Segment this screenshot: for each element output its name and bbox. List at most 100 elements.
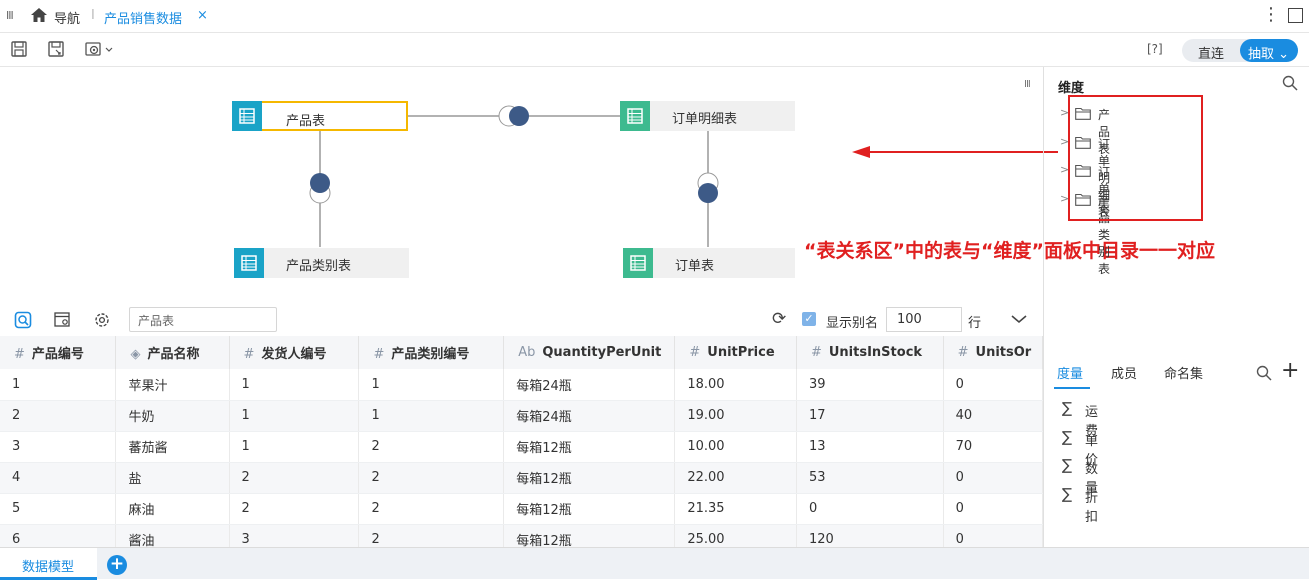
node-label: 订单明细表 [672, 112, 738, 127]
nav-label[interactable]: 导航 [54, 8, 80, 27]
table-cell: 0 [943, 493, 1043, 525]
settings-dropdown-icon[interactable] [84, 40, 116, 58]
table-row[interactable]: 2 牛奶 1 1 每箱24瓶 19.00 17 40 [0, 400, 1043, 432]
main-toolbar: [?] 直连 抽取 ⌄ [0, 34, 1309, 67]
show-alias-label: 显示别名 [826, 316, 879, 331]
search-icon[interactable] [1282, 75, 1298, 91]
column-header[interactable]: Ab QuantityPerUnit [503, 336, 676, 369]
node-label: 订单表 [675, 259, 715, 274]
table-cell: 25.00 [674, 524, 797, 547]
table-cell: 53 [796, 462, 944, 494]
measure-tabs: 度量 成员 命名集 + [1044, 357, 1309, 389]
table-cell: 40 [943, 400, 1043, 432]
table-cell: 0 [943, 462, 1043, 494]
tab-product-sales[interactable]: 产品销售数据 [104, 8, 182, 27]
canvas-node-order[interactable]: 订单表 [623, 248, 795, 278]
canvas-node-product-category[interactable]: 产品类别表 [234, 248, 409, 278]
table-header-row: # 产品编号 ◈ 产品名称 # 发货人编号 # 产品类别编号 Ab QuantityPerUnit… [0, 336, 1043, 369]
bottom-tab-bar: 数据模型 + [0, 547, 1309, 580]
table-cell: 19.00 [674, 400, 797, 432]
annotation-highlight-box [1068, 95, 1203, 221]
home-icon[interactable] [30, 6, 48, 24]
mode-direct-button[interactable]: 直连 [1198, 43, 1224, 62]
save-icon[interactable] [10, 40, 28, 58]
panel-grip-icon[interactable]: III [1024, 79, 1031, 90]
dimension-panel-title: 维度 [1058, 81, 1085, 96]
table-cell: 0 [943, 369, 1043, 401]
table-icon [623, 248, 653, 278]
tab-measures[interactable]: 度量 [1057, 363, 1083, 382]
table-cell: 17 [796, 400, 944, 432]
table-cell: 苹果汁 [115, 369, 230, 401]
table-cell: 1 [229, 431, 360, 463]
column-header[interactable]: # 发货人编号 [229, 336, 360, 369]
chevron-down-icon[interactable] [1010, 313, 1028, 325]
table-relation-area[interactable]: 产品表 订单明细表 产品类别表 订单表 III [0, 67, 1043, 302]
table-cell: 0 [796, 493, 944, 525]
close-icon[interactable]: × [197, 8, 208, 23]
tab-named-sets[interactable]: 命名集 [1164, 363, 1203, 382]
show-alias-checkbox[interactable]: ✓ [802, 312, 816, 326]
maximize-icon[interactable] [1288, 8, 1303, 23]
help-button[interactable]: [?] [1147, 42, 1163, 56]
search-icon[interactable] [1256, 365, 1272, 381]
table-name-field[interactable]: 产品表 [129, 307, 277, 332]
table-cell: 13 [796, 431, 944, 463]
table-cell: 10.00 [674, 431, 797, 463]
save-as-icon[interactable] [47, 40, 65, 58]
table-cell: 1 [229, 369, 360, 401]
table-settings-icon[interactable] [53, 311, 71, 329]
table-row[interactable]: 4 盐 2 2 每箱12瓶 22.00 53 0 [0, 462, 1043, 494]
table-cell: 5 [0, 493, 117, 525]
tab-data-model[interactable]: 数据模型 [0, 548, 97, 580]
table-cell: 每箱24瓶 [503, 369, 676, 401]
tab-members[interactable]: 成员 [1111, 363, 1137, 382]
gear-icon[interactable] [93, 311, 111, 329]
table-body: 1 苹果汁 1 1 每箱24瓶 18.00 39 0 2 牛奶 1 1 每箱24瓶 19.00 17 40 3 蕃… [0, 369, 1043, 547]
add-sheet-button[interactable]: + [107, 555, 127, 575]
table-cell: 22.00 [674, 462, 797, 494]
table-row[interactable]: 1 苹果汁 1 1 每箱24瓶 18.00 39 0 [0, 369, 1043, 401]
table-cell: 2 [229, 493, 360, 525]
table-cell: 每箱12瓶 [503, 462, 676, 494]
column-header-label: QuantityPerUnit [542, 345, 662, 360]
column-header[interactable]: ◈ 产品名称 [115, 336, 230, 369]
canvas-node-order-detail[interactable]: 订单明细表 [620, 101, 795, 131]
table-row[interactable]: 3 蕃茄酱 1 2 每箱12瓶 10.00 13 70 [0, 431, 1043, 463]
column-header[interactable]: # UnitPrice [674, 336, 797, 369]
column-type-icon: # [243, 347, 255, 362]
add-icon[interactable]: + [1281, 358, 1299, 383]
table-cell: 4 [0, 462, 117, 494]
column-header[interactable]: # 产品编号 [0, 336, 117, 369]
table-icon [232, 101, 262, 131]
connection-mode-toggle: 直连 抽取 ⌄ [1182, 39, 1298, 62]
preview-icon[interactable] [14, 311, 32, 329]
table-row[interactable]: 5 麻油 2 2 每箱12瓶 21.35 0 0 [0, 493, 1043, 525]
canvas-node-product[interactable]: 产品表 [232, 101, 408, 131]
relation-links [309, 105, 719, 247]
column-type-icon: # [14, 347, 25, 362]
grip-icon[interactable]: III [6, 9, 14, 22]
table-cell: 6 [0, 524, 117, 547]
row-unit-label: 行 [968, 316, 982, 331]
node-label: 产品表 [286, 114, 326, 129]
table-cell: 每箱24瓶 [503, 400, 676, 432]
column-header[interactable]: # UnitsOr [943, 336, 1043, 369]
column-header-label: UnitPrice [707, 345, 775, 360]
table-cell: 每箱12瓶 [503, 431, 676, 463]
column-header[interactable]: # UnitsInStock [796, 336, 944, 369]
table-cell: 1 [0, 369, 117, 401]
measure-label: 折扣 [1085, 491, 1099, 525]
table-row[interactable]: 6 酱油 3 2 每箱12瓶 25.00 120 0 [0, 524, 1043, 547]
column-type-icon: # [810, 345, 822, 360]
table-cell: 1 [229, 400, 360, 432]
row-count-input[interactable]: 100 [886, 307, 962, 332]
mode-extract-button[interactable]: 抽取 ⌄ [1240, 39, 1298, 62]
column-header-label: 发货人编号 [261, 347, 327, 362]
column-type-icon: # [689, 345, 701, 360]
column-header[interactable]: # 产品类别编号 [358, 336, 505, 369]
refresh-icon[interactable]: ⟳ [772, 309, 786, 329]
more-vertical-icon[interactable]: ⋮ [1262, 4, 1280, 25]
annotation-arrow [852, 146, 1058, 158]
table-cell: 酱油 [115, 524, 230, 547]
